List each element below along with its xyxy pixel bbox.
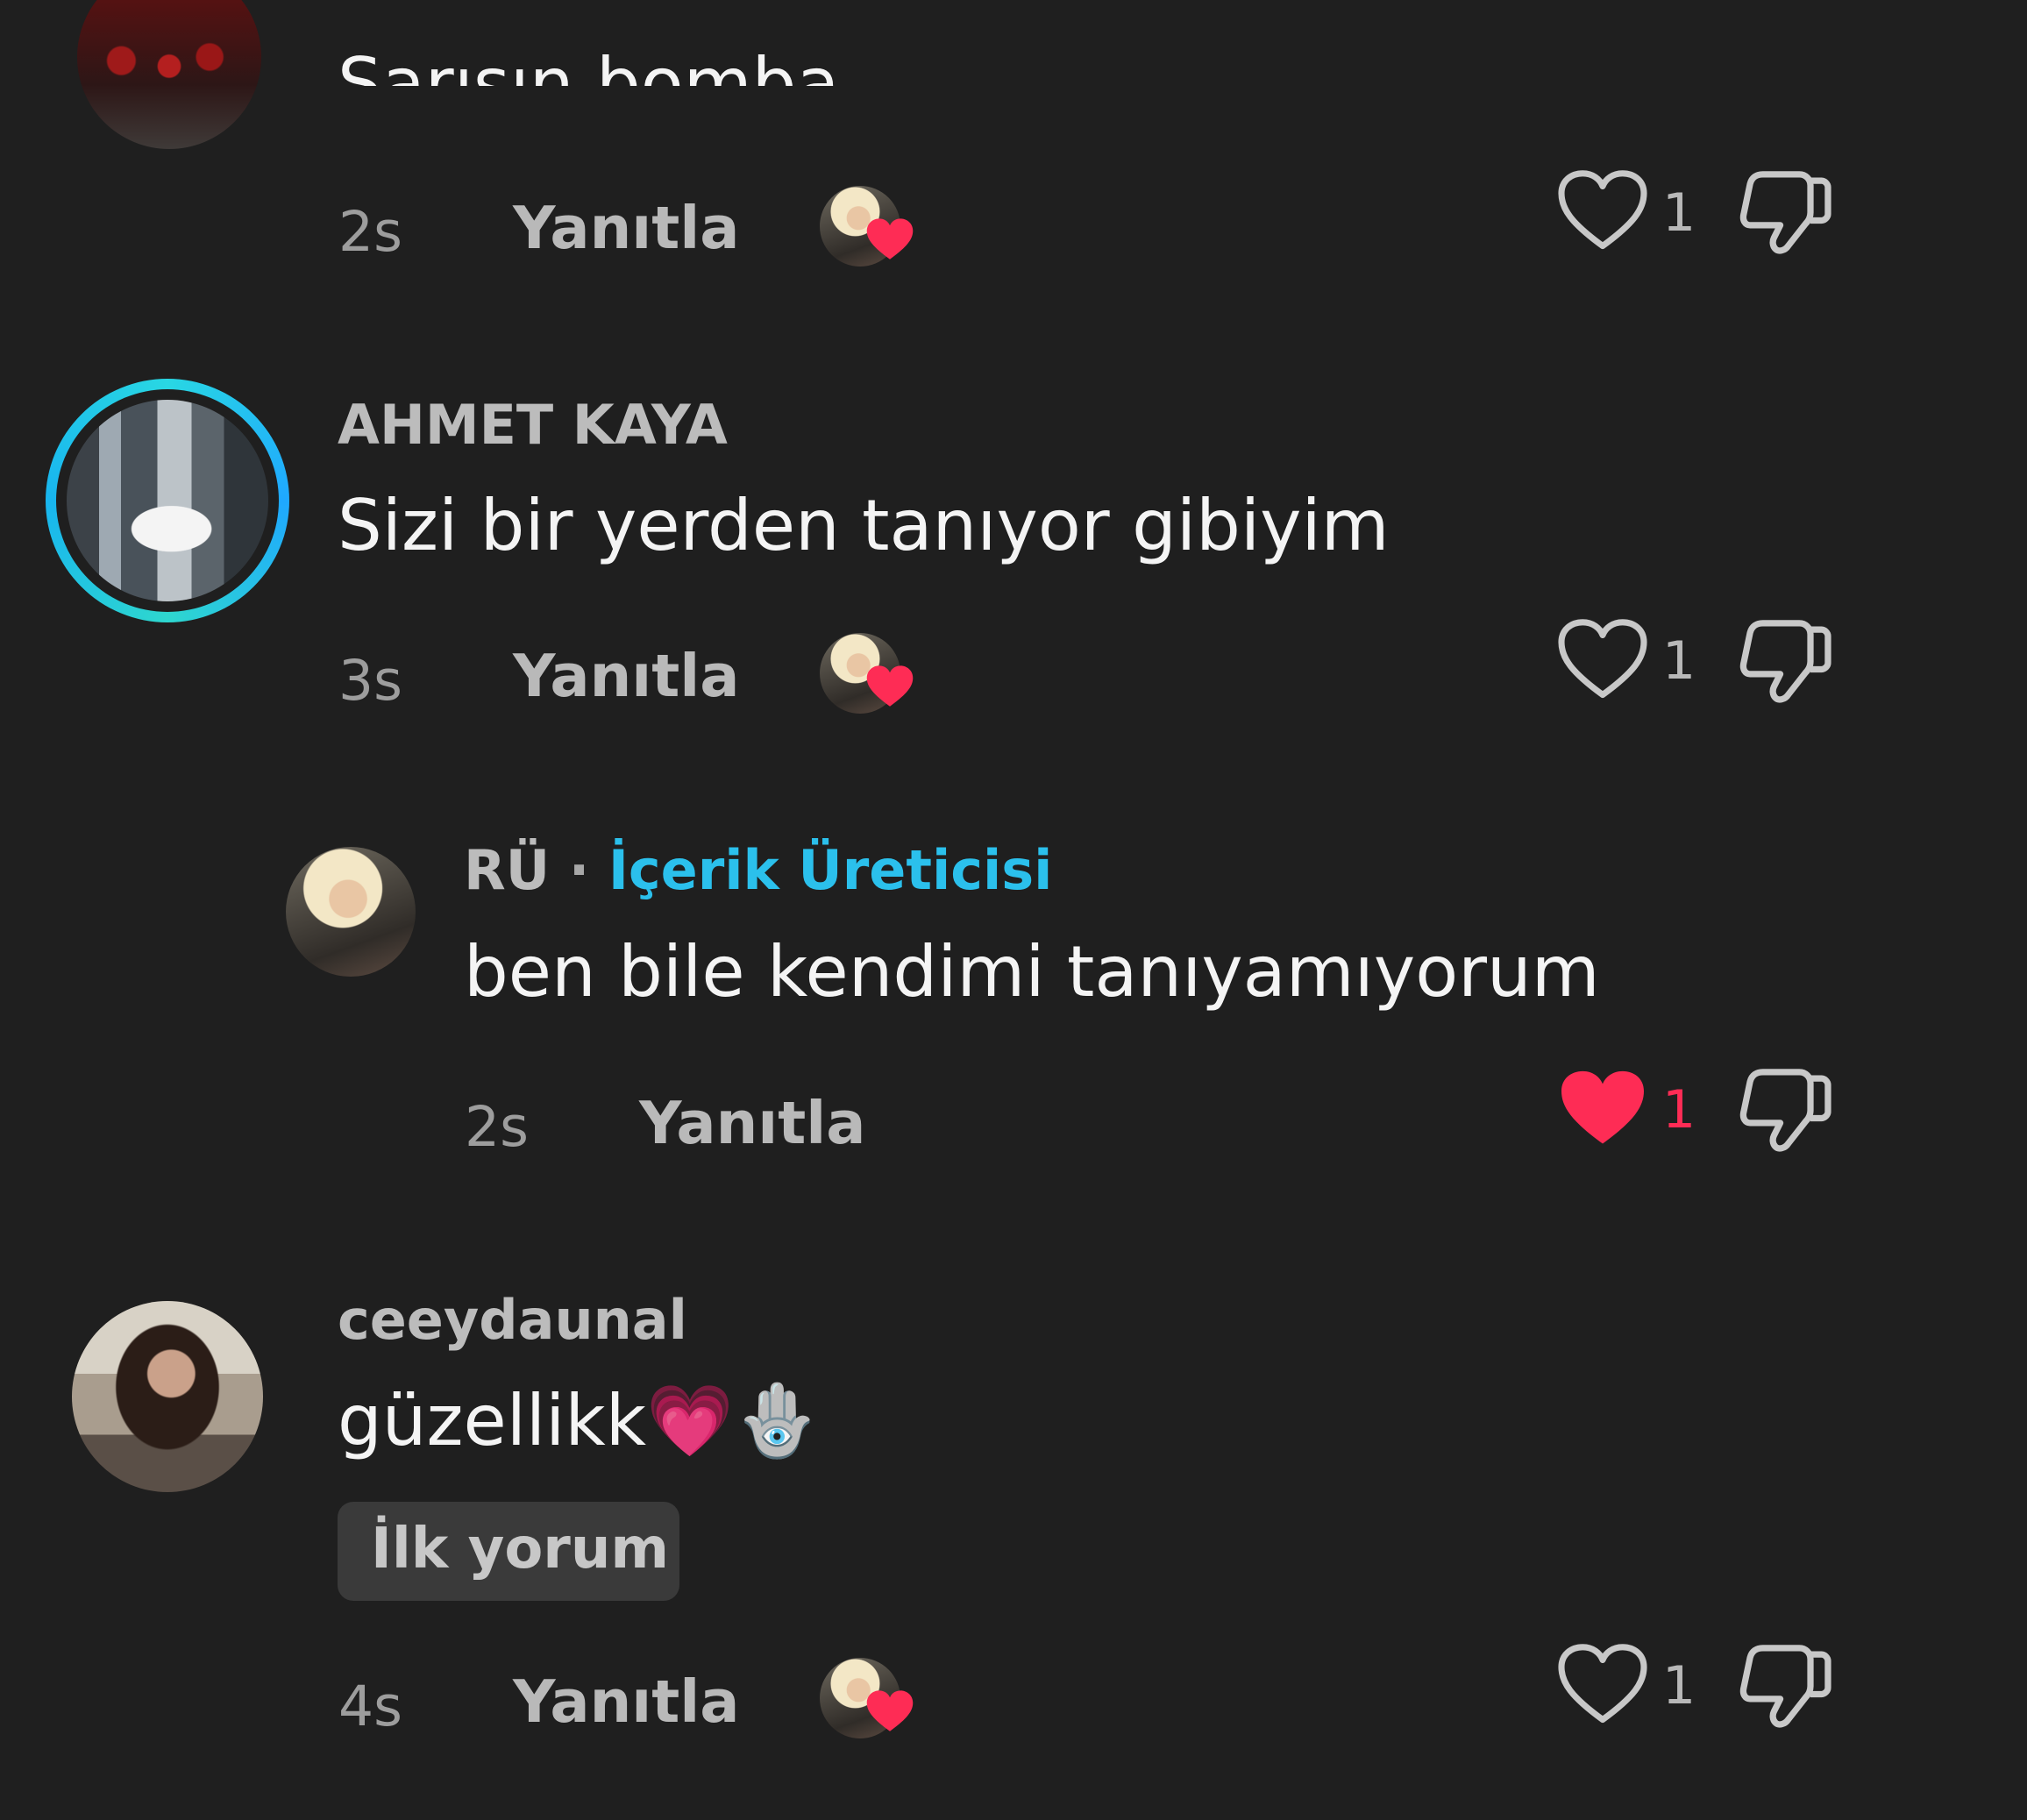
comment-time-2: 3s [338,649,402,713]
avatar-ceeydaunal[interactable] [72,1301,263,1492]
heart-outline-icon [1558,619,1647,699]
like-button-4[interactable] [1557,1643,1648,1725]
creator-liked-badge-4 [820,1658,914,1749]
reply-text-ru: ben bile kendimi tanıyamıyorum [464,931,1600,1013]
thumbs-down-icon [1739,171,1831,254]
name-separator: · [568,838,590,902]
like-button-1[interactable] [1557,169,1648,252]
like-count-1: 1 [1662,182,1696,244]
first-comment-tag-label: İlk yorum [371,1517,670,1582]
avatar-ru-creator[interactable] [286,847,416,977]
thumbs-down-icon [1739,1645,1831,1728]
first-comment-tag: İlk yorum [338,1502,679,1601]
dislike-button-4[interactable] [1734,1639,1836,1740]
username-ceeydaunal[interactable]: ceeydaunal [338,1293,687,1347]
creator-liked-heart-icon [866,665,914,707]
like-button-2[interactable] [1557,618,1648,700]
reply-button-2[interactable]: Yanıtla [513,647,739,706]
comment-time-3: 2s [465,1095,529,1159]
creator-liked-heart-icon [866,1690,914,1731]
creator-liked-heart-icon [866,218,914,259]
comment-text-2: Sizi bir yerden tanıyor gibiyim [338,485,1390,566]
username-ru-text[interactable]: RÜ [464,838,550,902]
like-count-2: 1 [1662,630,1696,692]
reply-button-3[interactable]: Yanıtla [639,1094,865,1153]
reply-button-4[interactable]: Yanıtla [513,1673,739,1731]
creator-liked-badge-2 [820,633,914,724]
thumbs-down-icon [1739,1069,1831,1152]
heart-outline-icon [1558,1644,1647,1724]
avatar-ahmet-kaya[interactable] [67,400,268,601]
creator-badge-label: İçerik Üreticisi [608,838,1053,902]
creator-liked-badge-1 [820,186,914,277]
username-ahmet-kaya[interactable]: AHMET KAYA [338,398,728,452]
comment-text-4: güzellikk💗🪬 [338,1380,821,1461]
like-count-3: 1 [1662,1079,1696,1141]
username-ru[interactable]: RÜ · İçerik Üreticisi [464,843,1052,898]
dislike-button-1[interactable] [1734,165,1836,267]
avatar-comment-1[interactable] [77,0,261,149]
like-count-4: 1 [1662,1655,1696,1717]
comment-time-4: 4s [338,1674,402,1738]
reply-button-1[interactable]: Yanıtla [513,199,739,258]
heart-outline-icon [1558,170,1647,250]
comment-time-1: 2s [338,200,402,264]
comment-text-1: Sarışın bomba [338,43,840,124]
like-button-3[interactable] [1557,1067,1648,1149]
dislike-button-3[interactable] [1734,1063,1836,1164]
dislike-button-2[interactable] [1734,614,1836,715]
heart-filled-icon [1561,1070,1644,1144]
thumbs-down-icon [1739,620,1831,703]
